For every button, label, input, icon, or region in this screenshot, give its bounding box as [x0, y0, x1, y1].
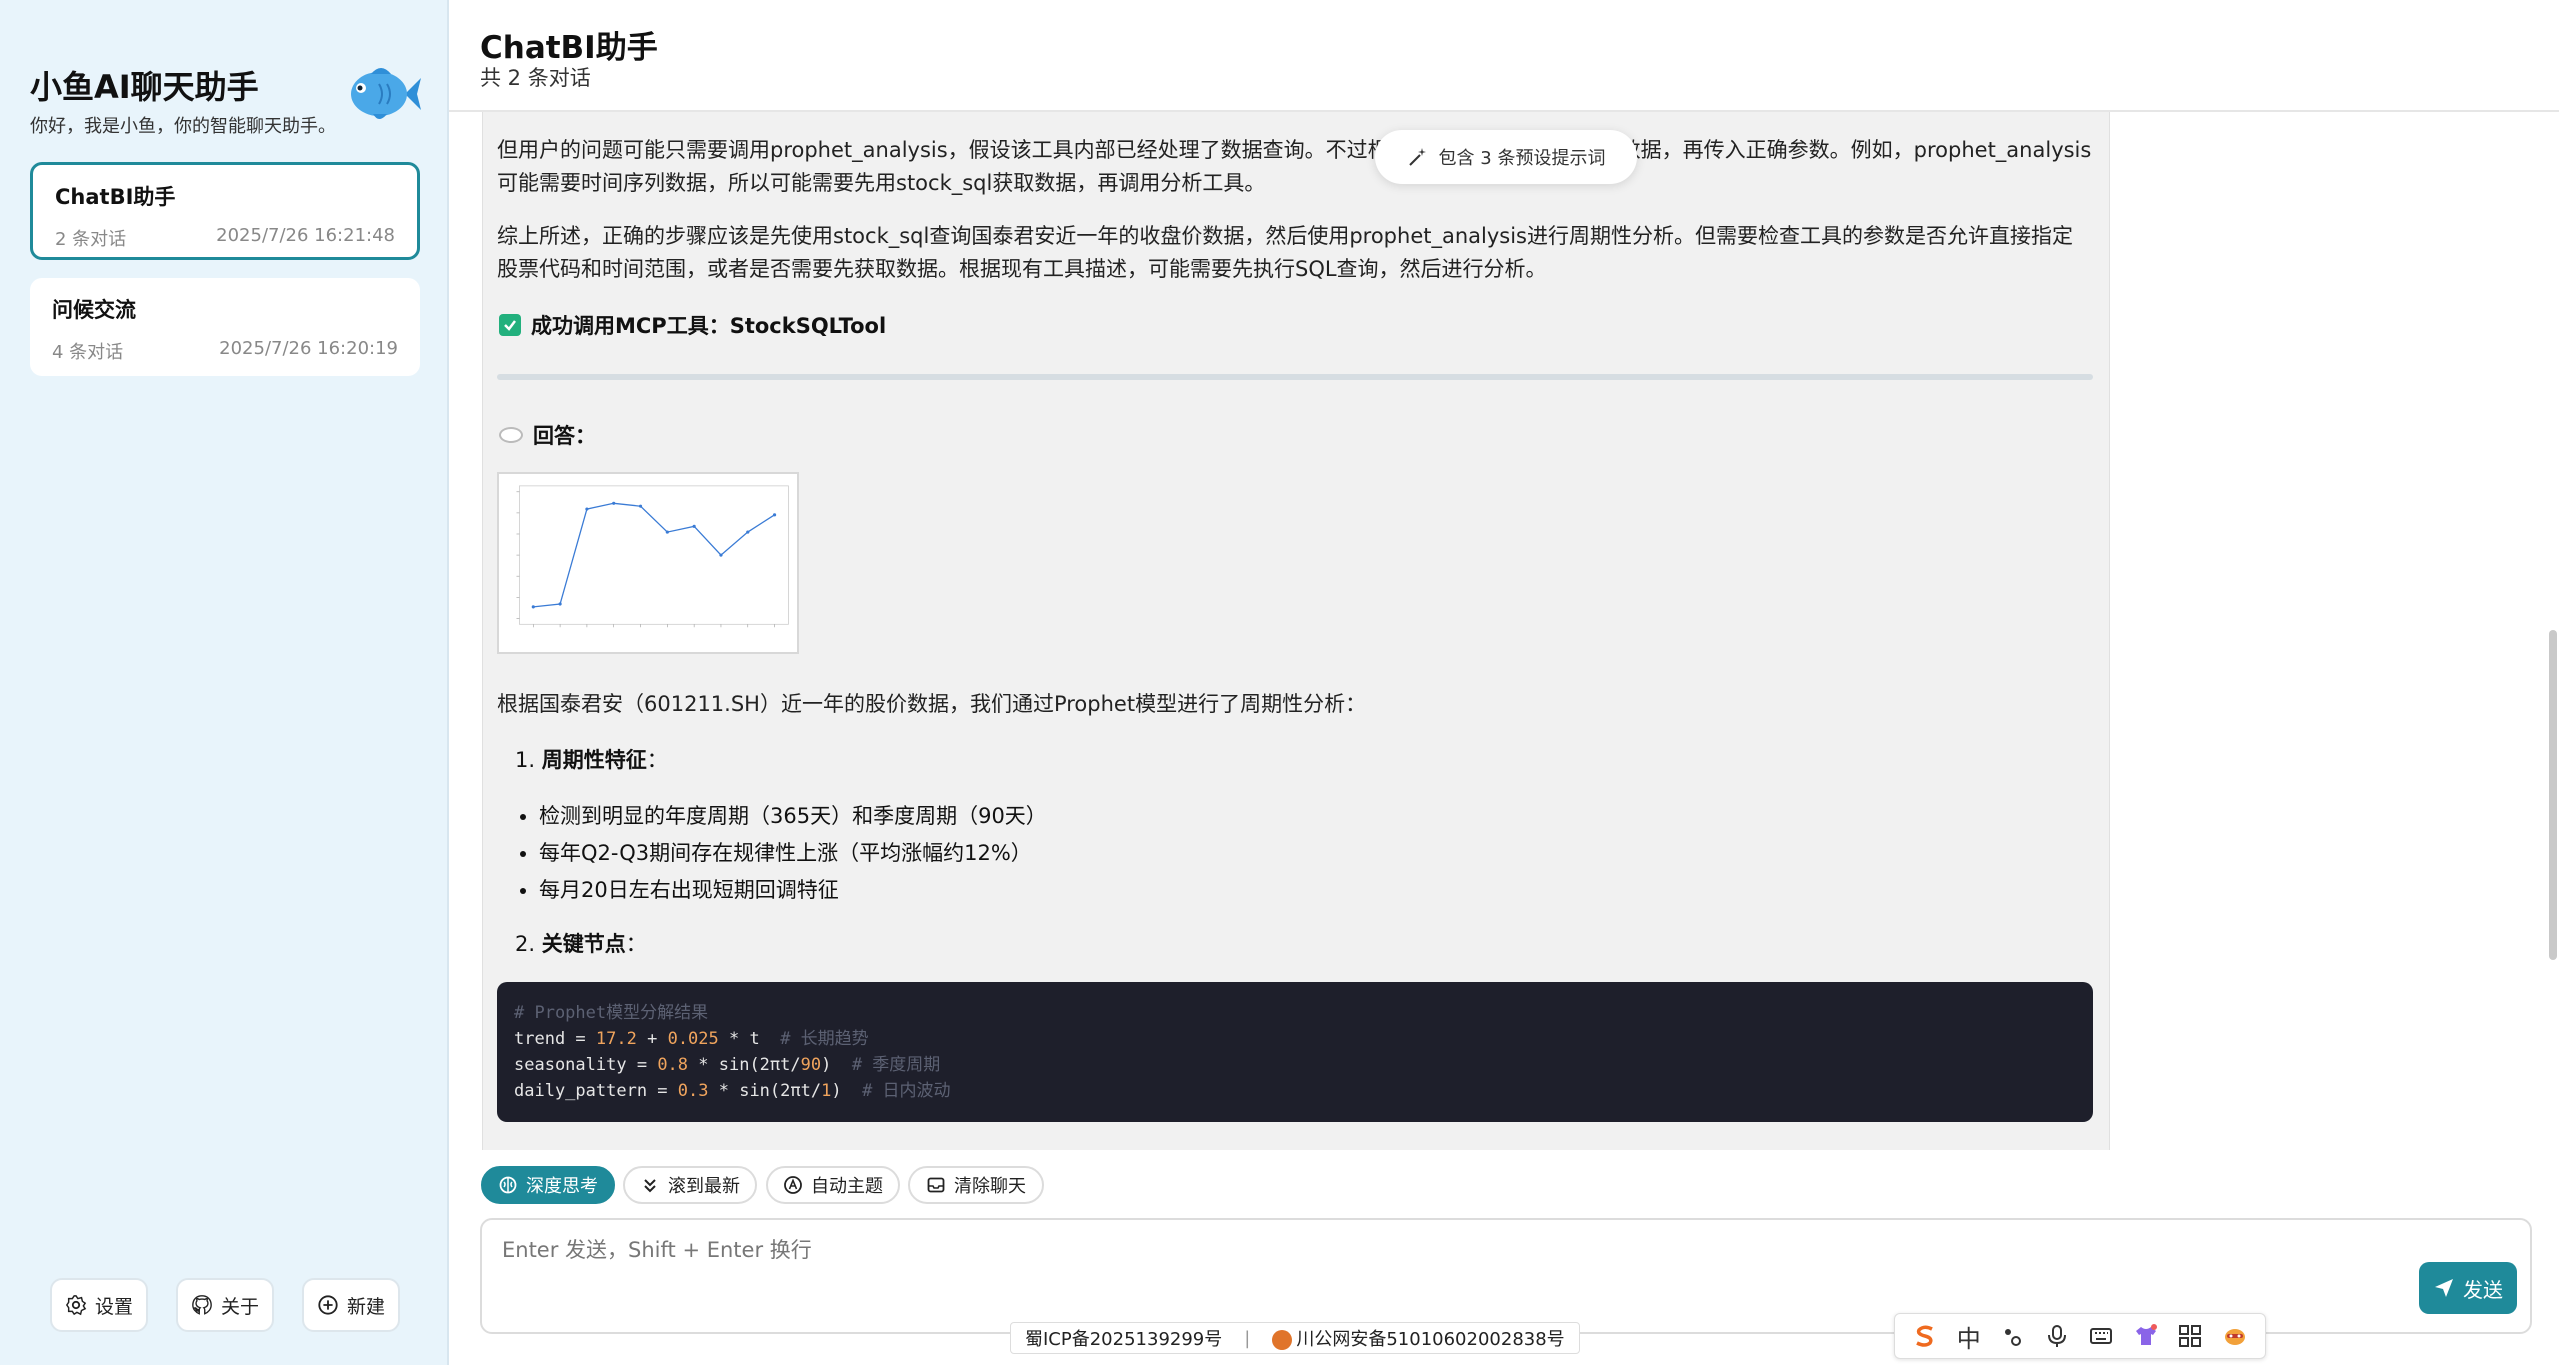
conversation-item-greeting[interactable]: 问候交流 4 条对话 2025/7/26 16:20:19 [30, 278, 420, 376]
github-icon [192, 1295, 212, 1315]
skin-shirt-icon[interactable] [2133, 1323, 2159, 1349]
conversation-time: 2025/7/26 16:21:48 [216, 225, 395, 246]
section-2-heading: 2. 关键节点： [515, 932, 647, 956]
thinking-paragraph-2: 综上所述，正确的步骤应该是先使用stock_sql查询国泰君安近一年的收盘价数据… [497, 224, 2073, 281]
checkmark-icon [499, 314, 521, 336]
code-comment: # Prophet模型分解结果 [514, 1003, 709, 1023]
preset-prompts-label: 包含 3 条预设提示词 [1438, 148, 1606, 169]
data-point [692, 524, 696, 528]
magic-wand-icon [1408, 148, 1426, 166]
conversation-title: ChatBI助手 [55, 185, 176, 209]
prophet-chart[interactable] [497, 472, 799, 654]
gear-icon [65, 1295, 87, 1316]
plus-circle-icon [318, 1295, 338, 1315]
list-item: 检测到明显的年度周期（365天）和季度周期（90天） [539, 798, 1047, 835]
scrollbar-thumb[interactable] [2549, 630, 2557, 960]
sogou-s-icon[interactable] [1912, 1323, 1938, 1349]
send-icon [2435, 1279, 2453, 1297]
clear-chat-label: 清除聊天 [954, 1176, 1026, 1197]
chat-header: ChatBI助手 共 2 条对话 [449, 0, 2559, 112]
about-button[interactable]: 关于 [176, 1278, 274, 1332]
chat-title: ChatBI助手 [480, 30, 658, 66]
answer-heading: 回答： [499, 420, 596, 450]
data-point [719, 553, 723, 557]
series-line [533, 502, 775, 608]
conversation-count: 4 条对话 [52, 342, 124, 363]
analysis-intro: 根据国泰君安（601211.SH）近一年的股价数据，我们通过Prophet模型进… [497, 692, 1367, 716]
mascot-icon[interactable] [2222, 1323, 2248, 1349]
conversation-count: 2 条对话 [55, 229, 127, 250]
message-input[interactable] [502, 1234, 2402, 1294]
keyboard-icon[interactable] [2088, 1323, 2114, 1349]
ime-toolbar: 中 [1894, 1313, 2266, 1359]
section-2-title: 关键节点 [541, 932, 626, 956]
chat-subtitle: 共 2 条对话 [480, 66, 591, 90]
line-chart [516, 485, 789, 628]
code-block[interactable]: # Prophet模型分解结果 trend = 17.2 + 0.025 * t… [497, 982, 2093, 1122]
data-point [638, 504, 643, 508]
deep-think-toggle[interactable]: 深度思考 [481, 1166, 615, 1204]
tool-success-text: 成功调用MCP工具：StockSQLTool [531, 314, 887, 338]
fish-logo-icon [351, 68, 421, 119]
code-line: seasonality = 0.8 * sin(2πt/90) # 季度周期 [514, 1055, 941, 1075]
periodicity-list: 检测到明显的年度周期（365天）和季度周期（90天） 每年Q2-Q3期间存在规律… [539, 798, 1047, 909]
data-point [665, 530, 669, 534]
settings-button[interactable]: 设置 [50, 1278, 148, 1332]
data-point [612, 501, 616, 505]
conversation-time: 2025/7/26 16:20:19 [219, 338, 398, 359]
x-axis-ticks [532, 624, 775, 628]
answer-label: 回答： [533, 424, 596, 448]
list-item: 每年Q2-Q3期间存在规律性上涨（平均涨幅约12%） [539, 835, 1047, 872]
speech-bubble-icon [499, 427, 523, 443]
send-label: 发送 [2463, 1277, 2503, 1302]
microphone-icon[interactable] [2044, 1323, 2070, 1349]
police-badge-icon [1272, 1330, 1293, 1350]
chevrons-down-icon [644, 1179, 656, 1193]
send-button[interactable]: 发送 [2419, 1262, 2517, 1314]
thinking-paragraph-1: 但用户的问题可能只需要调用prophet_analysis，假设该工具内部已经处… [497, 138, 2092, 195]
auto-theme-label: 自动主题 [811, 1176, 883, 1197]
preset-prompts-pill[interactable]: 包含 3 条预设提示词 [1375, 130, 1637, 184]
new-chat-button[interactable]: 新建 [302, 1278, 400, 1332]
auto-theme-icon [784, 1176, 802, 1194]
sidebar: 小鱼AI聊天助手 你好，我是小鱼，你的智能聊天助手。 ChatBI助手 2 条对… [0, 0, 449, 1365]
conversation-title: 问候交流 [52, 298, 136, 322]
section-1-heading: 1. 周期性特征： [515, 748, 668, 772]
conversation-item-chatbi[interactable]: ChatBI助手 2 条对话 2025/7/26 16:21:48 [30, 162, 420, 260]
scroll-latest-label: 滚到最新 [668, 1176, 740, 1197]
settings-label: 设置 [94, 1295, 133, 1318]
auto-theme-button[interactable]: 自动主题 [766, 1166, 900, 1204]
y-axis-ticks [516, 491, 520, 619]
footer-separator: | [1244, 1327, 1251, 1349]
data-point [531, 605, 535, 609]
assistant-message: 但用户的问题可能只需要调用prophet_analysis，假设该工具内部已经处… [482, 112, 2110, 1150]
new-chat-label: 新建 [346, 1295, 385, 1318]
data-point [772, 513, 777, 517]
police-filing-link[interactable]: 川公网安备51010602002838号 [1272, 1325, 1565, 1351]
section-divider [497, 374, 2093, 380]
footer-filing: 蜀ICP备2025139299号 | 川公网安备51010602002838号 [1010, 1322, 1580, 1354]
code-line: daily_pattern = 0.3 * sin(2πt/1) # 日内波动 [514, 1081, 951, 1101]
clear-chat-icon [927, 1177, 945, 1193]
series-points [531, 501, 777, 609]
ime-language-toggle[interactable]: 中 [1957, 1319, 1981, 1354]
about-label: 关于 [220, 1295, 259, 1318]
scroll-latest-button[interactable]: 滚到最新 [623, 1166, 757, 1204]
data-point [746, 530, 750, 534]
clear-chat-button[interactable]: 清除聊天 [908, 1166, 1044, 1204]
brain-icon [499, 1176, 517, 1194]
icp-link[interactable]: 蜀ICP备2025139299号 [1025, 1325, 1222, 1351]
data-point [585, 507, 589, 511]
apps-grid-icon[interactable] [2177, 1323, 2203, 1349]
deep-think-label: 深度思考 [526, 1176, 598, 1197]
punctuation-icon[interactable] [1999, 1323, 2025, 1349]
tool-success-line: 成功调用MCP工具：StockSQLTool [499, 310, 886, 340]
code-line: trend = 17.2 + 0.025 * t # 长期趋势 [514, 1029, 869, 1049]
list-item: 每月20日左右出现短期回调特征 [539, 872, 1047, 909]
data-point [558, 602, 562, 606]
section-1-title: 周期性特征 [541, 748, 647, 772]
